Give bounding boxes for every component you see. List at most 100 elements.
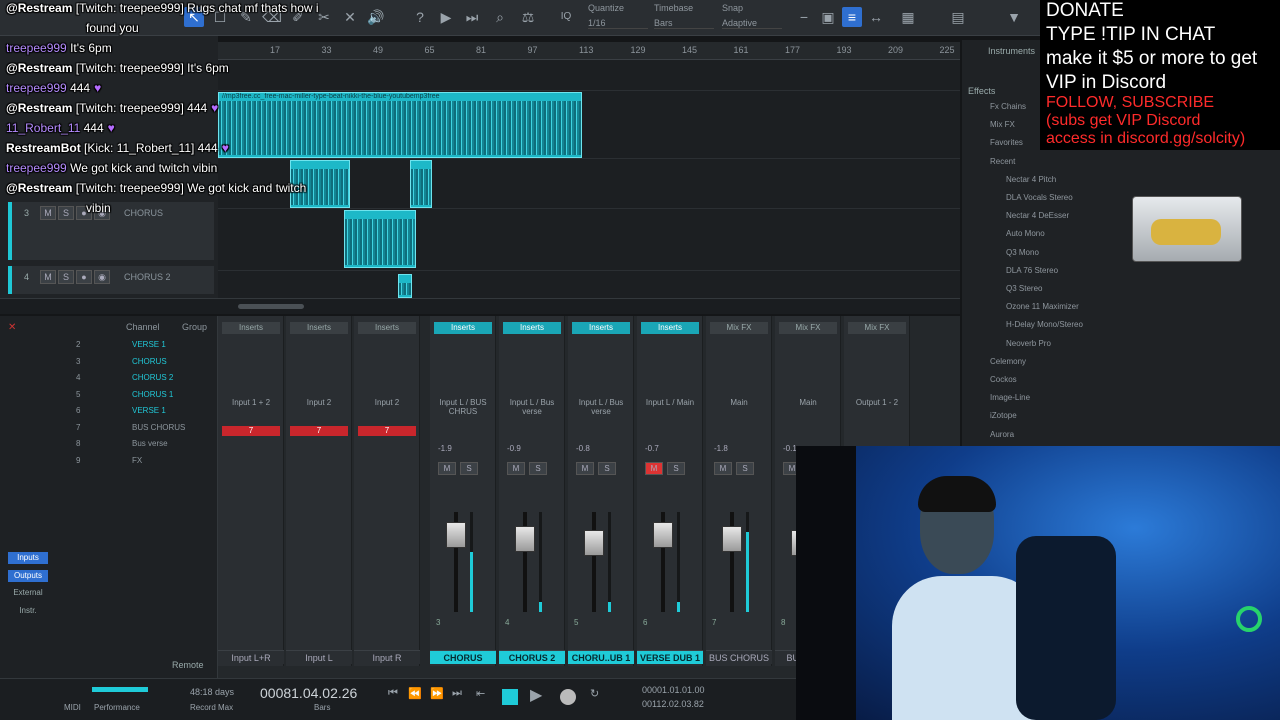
browser-item[interactable]: iZotope bbox=[990, 411, 1017, 420]
gain-value[interactable]: -1.8 bbox=[714, 444, 728, 453]
record-button[interactable]: ● bbox=[76, 270, 92, 284]
browser-item[interactable]: Ozone 11 Maximizer bbox=[1006, 302, 1079, 311]
inserts-button[interactable]: Mix FX bbox=[779, 322, 837, 334]
browser-item[interactable]: Aurora bbox=[990, 430, 1014, 439]
fader-knob[interactable] bbox=[722, 526, 742, 552]
channel-row[interactable]: 7 BUS CHORUS bbox=[60, 423, 185, 432]
channel-label[interactable]: CHORUS 2 bbox=[499, 650, 565, 664]
io-routing[interactable]: Input L / BUS CHRUS bbox=[436, 398, 490, 416]
snap-value[interactable]: Adaptive bbox=[722, 18, 782, 29]
mute-button[interactable]: M bbox=[576, 462, 594, 475]
scroll-thumb[interactable] bbox=[238, 304, 304, 309]
inputs-button[interactable]: Inputs bbox=[8, 552, 48, 564]
quantize-value[interactable]: 1/16 bbox=[588, 18, 648, 29]
mute-button[interactable]: M bbox=[40, 270, 56, 284]
window-icon[interactable]: ▣ bbox=[818, 7, 838, 27]
track-header[interactable]: 4 M S ● ◉ CHORUS 2 bbox=[8, 266, 214, 294]
browser-item[interactable]: DLA Vocals Stereo bbox=[1006, 193, 1073, 202]
effects-tab[interactable]: Effects bbox=[968, 86, 995, 96]
channel-row[interactable]: 4 CHORUS 2 bbox=[60, 373, 173, 382]
edit-view-icon[interactable]: ▤ bbox=[948, 7, 968, 27]
minus-icon[interactable]: − bbox=[794, 7, 814, 27]
autoscroll-icon[interactable]: ⏭ bbox=[462, 7, 482, 27]
rewind-icon[interactable]: ⏪ bbox=[408, 687, 422, 700]
browser-item[interactable]: Q3 Mono bbox=[1006, 248, 1039, 257]
loop-start-time[interactable]: 00001.01.01.00 bbox=[642, 685, 705, 695]
browser-item[interactable]: Auto Mono bbox=[1006, 229, 1045, 238]
iq-button[interactable]: IQ bbox=[556, 7, 576, 27]
input-channel-badge[interactable]: 7 bbox=[222, 426, 280, 436]
io-routing[interactable]: Main bbox=[781, 398, 835, 407]
io-routing[interactable]: Input L / Bus verse bbox=[505, 398, 559, 416]
quantize-field[interactable]: Quantize 1/16 bbox=[588, 3, 648, 29]
resize-icon[interactable]: ↔ bbox=[866, 7, 886, 27]
mute-button[interactable]: M bbox=[645, 462, 663, 475]
external-button[interactable]: External bbox=[8, 588, 48, 600]
outputs-button[interactable]: Outputs bbox=[8, 570, 48, 582]
channel-label[interactable]: CHORUS bbox=[430, 650, 496, 664]
mute-button[interactable]: M bbox=[714, 462, 732, 475]
position-display[interactable]: 00081.04.02.26 bbox=[260, 685, 357, 701]
grid-icon[interactable]: ▦ bbox=[898, 7, 918, 27]
browser-item[interactable]: Image-Line bbox=[990, 393, 1030, 402]
input-channel-badge[interactable]: 7 bbox=[358, 426, 416, 436]
browser-item[interactable]: Neoverb Pro bbox=[1006, 339, 1051, 348]
channel-label[interactable]: Input L bbox=[286, 650, 352, 664]
instruments-tab[interactable]: Instruments bbox=[988, 46, 1035, 56]
browser-item[interactable]: Cockos bbox=[990, 375, 1017, 384]
track-list-icon[interactable]: ≡ bbox=[842, 7, 862, 27]
close-icon[interactable]: ✕ bbox=[8, 322, 16, 333]
fader-knob[interactable] bbox=[584, 530, 604, 556]
io-routing[interactable]: Input 2 bbox=[292, 398, 346, 407]
track-name[interactable]: CHORUS 2 bbox=[124, 272, 171, 282]
browser-item[interactable]: Mix FX bbox=[990, 120, 1015, 129]
play-button[interactable]: ▶ bbox=[530, 685, 542, 705]
inserts-button[interactable]: Inserts bbox=[572, 322, 630, 334]
fader-knob[interactable] bbox=[515, 526, 535, 552]
gain-value[interactable]: -1.9 bbox=[438, 444, 452, 453]
forward-end-icon[interactable]: ⏭ bbox=[452, 687, 462, 700]
stop-button[interactable] bbox=[502, 689, 518, 705]
fader-track[interactable] bbox=[592, 512, 596, 612]
browser-item[interactable]: DLA 76 Stereo bbox=[1006, 266, 1058, 275]
solo-button[interactable]: S bbox=[58, 270, 74, 284]
inserts-button[interactable]: Inserts bbox=[290, 322, 348, 334]
browser-item[interactable]: H-Delay Mono/Stereo bbox=[1006, 320, 1083, 329]
forward-icon[interactable]: ⏩ bbox=[430, 687, 444, 700]
io-routing[interactable]: Main bbox=[712, 398, 766, 407]
browser-item[interactable]: Favorites bbox=[990, 138, 1023, 147]
help-icon[interactable]: ? bbox=[410, 7, 430, 27]
gain-value[interactable]: -0.1 bbox=[783, 444, 797, 453]
fader-knob[interactable] bbox=[653, 522, 673, 548]
channel-row[interactable]: 2 VERSE 1 bbox=[60, 340, 166, 349]
io-routing[interactable]: Input L / Bus verse bbox=[574, 398, 628, 416]
audio-clip[interactable] bbox=[398, 274, 412, 298]
inserts-button[interactable]: Inserts bbox=[503, 322, 561, 334]
channel-row[interactable]: 5 CHORUS 1 bbox=[60, 390, 173, 399]
loop-start-icon[interactable]: ⇤ bbox=[476, 687, 485, 700]
input-channel-badge[interactable]: 7 bbox=[290, 426, 348, 436]
inserts-button[interactable]: Mix FX bbox=[710, 322, 768, 334]
gain-value[interactable]: -0.7 bbox=[645, 444, 659, 453]
solo-button[interactable]: S bbox=[460, 462, 478, 475]
instruments-button[interactable]: Instr. bbox=[8, 606, 48, 618]
speaker-tool-icon[interactable]: 🔊 bbox=[366, 7, 386, 27]
channel-row[interactable]: 9 FX bbox=[60, 456, 142, 465]
metronome-icon[interactable]: ⚖ bbox=[518, 7, 538, 27]
solo-button[interactable]: S bbox=[667, 462, 685, 475]
follow-icon[interactable]: ▶ bbox=[436, 7, 456, 27]
channel-row[interactable]: 8 Bus verse bbox=[60, 439, 168, 448]
fader-knob[interactable] bbox=[446, 522, 466, 548]
io-routing[interactable]: Input L / Main bbox=[643, 398, 697, 407]
channel-label[interactable]: BUS CHORUS bbox=[706, 650, 772, 664]
inserts-button[interactable]: Inserts bbox=[434, 322, 492, 334]
channel-label[interactable]: VERSE DUB 1 bbox=[637, 650, 703, 664]
loop-end-time[interactable]: 00112.02.03.82 bbox=[642, 699, 704, 709]
io-routing[interactable]: Input 1 + 2 bbox=[224, 398, 278, 407]
browser-item[interactable]: Celemony bbox=[990, 357, 1026, 366]
timebase-field[interactable]: Timebase Bars bbox=[654, 3, 714, 29]
browser-item[interactable]: Nectar 4 DeEsser bbox=[1006, 211, 1069, 220]
channel-row[interactable]: 3 CHORUS bbox=[60, 357, 167, 366]
record-transport-button[interactable] bbox=[560, 689, 576, 705]
loop-icon[interactable]: ↻ bbox=[590, 687, 599, 700]
